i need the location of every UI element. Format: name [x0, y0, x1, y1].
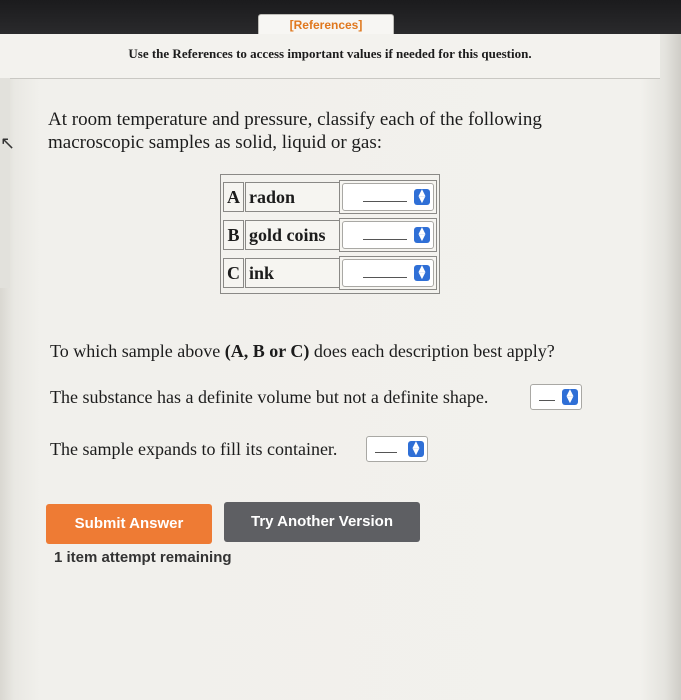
try-another-version-button[interactable]: Try Another Version	[224, 502, 420, 542]
chevron-updown-icon: ▲ ▼	[408, 441, 424, 457]
description-select-1[interactable]: ▲ ▼	[530, 384, 582, 410]
left-arrow-icon[interactable]: ↖	[0, 133, 15, 154]
sample-name: ink	[245, 258, 340, 288]
description-text: The sample expands to fill its container…	[50, 439, 338, 459]
state-select-a[interactable]: ▲ ▼	[342, 183, 434, 211]
submit-answer-button[interactable]: Submit Answer	[46, 504, 212, 544]
instruction-bar: Use the References to access important v…	[0, 34, 660, 79]
state-select-b[interactable]: ▲ ▼	[342, 221, 434, 249]
blank-line	[363, 277, 407, 278]
blank-line	[363, 201, 407, 202]
sample-answer-cell: ▲ ▼	[339, 256, 437, 290]
prompt-suffix: does each description best apply?	[309, 341, 555, 361]
chevron-updown-icon: ▲ ▼	[414, 227, 430, 243]
blank-line	[375, 452, 397, 453]
instruction-text: Use the References to access important v…	[128, 46, 532, 61]
description-2: The sample expands to fill its container…	[50, 438, 337, 460]
question-text: At room temperature and pressure, classi…	[48, 109, 542, 153]
blank-line	[363, 239, 407, 240]
references-button[interactable]: [References]	[258, 14, 394, 35]
sample-row-c: C ink ▲ ▼	[223, 255, 437, 290]
blank-line	[539, 400, 555, 401]
chevron-updown-icon: ▲ ▼	[562, 389, 578, 405]
attempts-remaining: 1 item attempt remaining	[54, 549, 232, 566]
part2-prompt: To which sample above (A, B or C) does e…	[50, 340, 555, 362]
sample-letter: B	[223, 220, 244, 250]
sample-row-b: B gold coins ▲ ▼	[223, 217, 437, 252]
sample-answer-cell: ▲ ▼	[339, 180, 437, 214]
sample-table: A radon ▲ ▼ B gold coins ▲ ▼ C ink ▲ ▼	[220, 174, 440, 294]
sample-letter: A	[223, 182, 244, 212]
sample-name: gold coins	[245, 220, 340, 250]
chevron-updown-icon: ▲ ▼	[414, 189, 430, 205]
description-text: The substance has a definite volume but …	[50, 387, 489, 407]
sample-name: radon	[245, 182, 340, 212]
sample-answer-cell: ▲ ▼	[339, 218, 437, 252]
prompt-prefix: To which sample above	[50, 341, 225, 361]
description-1: The substance has a definite volume but …	[50, 386, 488, 408]
state-select-c[interactable]: ▲ ▼	[342, 259, 434, 287]
prompt-choices: (A, B or C)	[224, 341, 310, 361]
description-select-2[interactable]: ▲ ▼	[366, 436, 428, 462]
sample-row-a: A radon ▲ ▼	[223, 179, 437, 214]
chevron-updown-icon: ▲ ▼	[414, 265, 430, 281]
left-strip	[0, 78, 10, 288]
sample-letter: C	[223, 258, 244, 288]
